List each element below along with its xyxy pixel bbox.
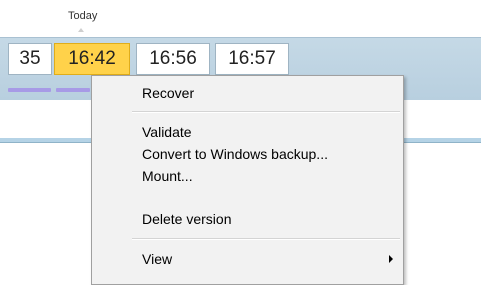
menu-item-recover[interactable]: Recover (93, 82, 402, 104)
menu-item-validate[interactable]: Validate (93, 121, 402, 143)
menu-separator (132, 111, 400, 113)
menu-item-mount[interactable]: Mount... (93, 165, 402, 187)
menu-item-view[interactable]: View (93, 248, 402, 270)
timeline-slot[interactable]: 35 (8, 43, 52, 75)
context-menu: Recover Validate Convert to Windows back… (91, 75, 404, 285)
menu-item-label: Mount... (142, 168, 193, 184)
menu-item-delete-version[interactable]: Delete version (93, 208, 402, 230)
today-label: Today (68, 10, 98, 22)
timeline-slot[interactable]: 16:57 (215, 43, 289, 75)
menu-separator (132, 238, 400, 240)
menu-item-label: Validate (142, 124, 192, 140)
menu-item-label: Convert to Windows backup... (142, 146, 328, 162)
today-marker-icon (78, 28, 84, 32)
timeline-slot[interactable]: 16:56 (136, 43, 210, 75)
slot-accent-bar (56, 88, 90, 92)
submenu-arrow-icon (389, 255, 393, 263)
menu-item-label: Recover (142, 85, 195, 101)
menu-item-convert[interactable]: Convert to Windows backup... (93, 143, 402, 165)
menu-item-label: Delete version (142, 211, 232, 227)
slot-accent-bar (8, 88, 51, 92)
menu-item-label: View (142, 251, 173, 267)
timeline-slot-selected[interactable]: 16:42 (54, 43, 130, 75)
